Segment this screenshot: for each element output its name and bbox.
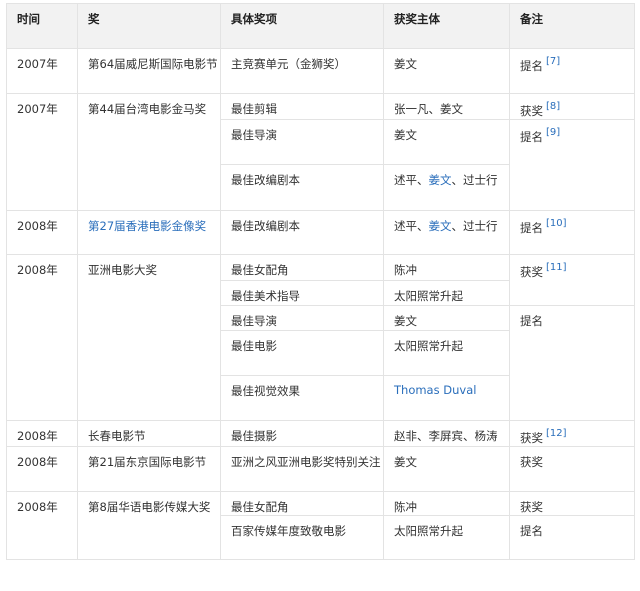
year: 2008年 xyxy=(6,446,78,492)
winner: 述平、姜文、过士行 xyxy=(383,210,510,255)
award: 第64届威尼斯国际电影节 xyxy=(77,48,221,94)
award-link[interactable]: 第27届香港电影金像奖 xyxy=(88,219,206,233)
note: 获奖 xyxy=(509,446,635,492)
item: 主竞赛单元（金狮奖） xyxy=(220,48,384,94)
ref-link[interactable]: [9] xyxy=(546,127,560,138)
table-row: 2008年 第21届东京国际电影节 亚洲之风亚洲电影奖特别关注 姜文 获奖 xyxy=(6,446,635,492)
note-text: 提名 xyxy=(520,221,543,235)
table-row: 2008年 第27届香港电影金像奖 最佳改编剧本 述平、姜文、过士行 提名 [10… xyxy=(6,210,635,255)
item: 最佳剪辑 xyxy=(220,93,384,120)
item: 最佳女配角 xyxy=(220,254,384,281)
note: 获奖 [11] xyxy=(509,254,635,306)
winner: 太阳照常升起 xyxy=(383,280,510,306)
table-row: 2007年 第64届威尼斯国际电影节 主竞赛单元（金狮奖） 姜文 提名 [7] xyxy=(6,48,635,94)
award: 第44届台湾电影金马奖 xyxy=(77,93,221,211)
ref-link[interactable]: [11] xyxy=(546,262,567,273)
award: 亚洲电影大奖 xyxy=(77,254,221,421)
winner-text: 、过士行 xyxy=(451,173,498,187)
winner: 太阳照常升起 xyxy=(383,515,510,560)
winner-link[interactable]: Thomas Duval xyxy=(394,383,476,397)
header-award: 奖 xyxy=(77,3,221,49)
note-text: 获奖 xyxy=(520,104,543,118)
header-time: 时间 xyxy=(6,3,78,49)
note: 提名 xyxy=(509,515,635,560)
item: 最佳改编剧本 xyxy=(220,164,384,211)
item: 最佳摄影 xyxy=(220,420,384,447)
winner-link[interactable]: 姜文 xyxy=(429,173,452,187)
note-text: 获奖 xyxy=(520,431,543,445)
table-row: 2007年 第44届台湾电影金马奖 最佳剪辑 张一凡、姜文 获奖 [8] xyxy=(6,93,635,211)
awards-table: 时间 奖 具体奖项 获奖主体 备注 2007年 第64届威尼斯国际电影节 主竞赛… xyxy=(6,3,635,560)
year: 2008年 xyxy=(6,254,78,421)
note-text: 获奖 xyxy=(520,265,543,279)
header-winner: 获奖主体 xyxy=(383,3,510,49)
award: 第8届华语电影传媒大奖 xyxy=(77,491,221,560)
note: 获奖 xyxy=(509,491,635,516)
award: 长春电影节 xyxy=(77,420,221,447)
winner: 张一凡、姜文 xyxy=(383,93,510,120)
ref-link[interactable]: [8] xyxy=(546,101,560,112)
year: 2007年 xyxy=(6,93,78,211)
note: 提名 [7] xyxy=(509,48,635,94)
ref-link[interactable]: [12] xyxy=(546,428,567,439)
winner: 姜文 xyxy=(383,48,510,94)
item: 最佳导演 xyxy=(220,305,384,331)
ref-link[interactable]: [10] xyxy=(546,218,567,229)
header-row: 时间 奖 具体奖项 获奖主体 备注 xyxy=(6,3,635,49)
winner-text: 述平、 xyxy=(394,219,429,233)
header-item: 具体奖项 xyxy=(220,3,384,49)
item: 最佳改编剧本 xyxy=(220,210,384,255)
table-row: 2008年 长春电影节 最佳摄影 赵非、李屏宾、杨涛 获奖 [12] xyxy=(6,420,635,447)
year: 2008年 xyxy=(6,491,78,560)
item: 最佳视觉效果 xyxy=(220,375,384,421)
table-row: 2008年 亚洲电影大奖 最佳女配角 陈冲 获奖 [11] xyxy=(6,254,635,421)
item: 最佳女配角 xyxy=(220,491,384,516)
winner: 姜文 xyxy=(383,446,510,492)
year: 2007年 xyxy=(6,48,78,94)
winner-text: 、过士行 xyxy=(451,219,498,233)
winner-link[interactable]: 姜文 xyxy=(429,219,452,233)
winner: 姜文 xyxy=(383,305,510,331)
year: 2008年 xyxy=(6,420,78,447)
note: 提名 [10] xyxy=(509,210,635,255)
note-text: 提名 xyxy=(520,130,543,144)
award: 第21届东京国际电影节 xyxy=(77,446,221,492)
note: 提名 [9] xyxy=(509,119,635,211)
winner-text: 述平、 xyxy=(394,173,429,187)
winner: 太阳照常升起 xyxy=(383,330,510,376)
item: 百家传媒年度致敬电影 xyxy=(220,515,384,560)
note: 获奖 [12] xyxy=(509,420,635,447)
year: 2008年 xyxy=(6,210,78,255)
item: 最佳美术指导 xyxy=(220,280,384,306)
winner: 姜文 xyxy=(383,119,510,165)
note-text: 提名 xyxy=(520,59,543,73)
winner: 述平、姜文、过士行 xyxy=(383,164,510,211)
winner: 陈冲 xyxy=(383,254,510,281)
note: 获奖 [8] xyxy=(509,93,635,120)
note: 提名 xyxy=(509,305,635,421)
winner: 赵非、李屏宾、杨涛 xyxy=(383,420,510,447)
item: 最佳导演 xyxy=(220,119,384,165)
award: 第27届香港电影金像奖 xyxy=(77,210,221,255)
winner: 陈冲 xyxy=(383,491,510,516)
header-note: 备注 xyxy=(509,3,635,49)
ref-link[interactable]: [7] xyxy=(546,56,560,67)
winner: Thomas Duval xyxy=(383,375,510,421)
table-row: 2008年 第8届华语电影传媒大奖 最佳女配角 陈冲 获奖 xyxy=(6,491,635,560)
item: 最佳电影 xyxy=(220,330,384,376)
item: 亚洲之风亚洲电影奖特别关注 xyxy=(220,446,384,492)
